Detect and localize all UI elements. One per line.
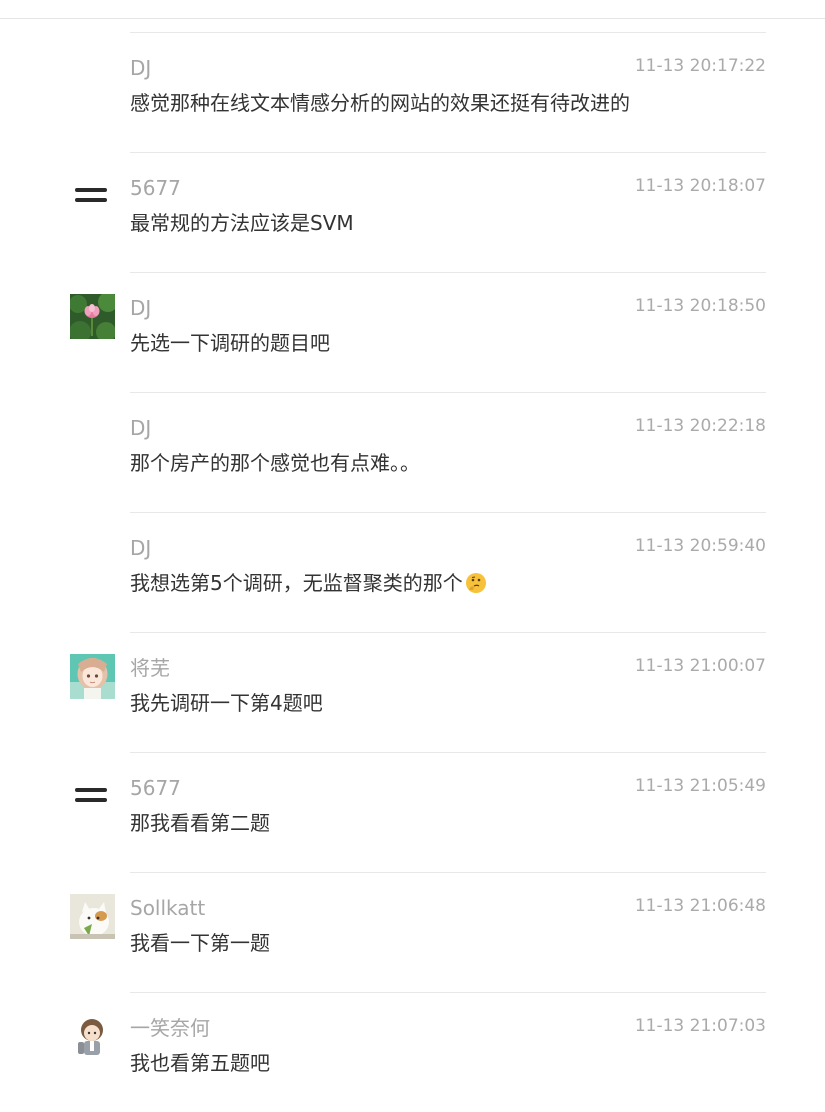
message-text: 感觉那种在线文本情感分析的网站的效果还挺有待改进的 bbox=[130, 91, 630, 115]
message-text: 我先调研一下第4题吧 bbox=[130, 691, 323, 715]
sender-name[interactable]: DJ bbox=[130, 296, 151, 320]
sender-name[interactable]: 5677 bbox=[130, 176, 181, 200]
message-text: 我看一下第一题 bbox=[130, 931, 270, 955]
divider bbox=[130, 512, 766, 513]
double-line-icon bbox=[75, 788, 107, 802]
avatar[interactable] bbox=[70, 654, 115, 699]
divider bbox=[130, 752, 766, 753]
message-item: DJ 11-13 20:18:50 先选一下调研的题目吧 bbox=[0, 272, 825, 392]
avatar[interactable] bbox=[70, 774, 115, 819]
anime-girl-avatar bbox=[70, 654, 115, 699]
thinking-face-icon bbox=[465, 573, 486, 593]
divider bbox=[130, 992, 766, 993]
message-text: 我想选第5个调研，无监督聚类的那个 bbox=[130, 571, 463, 595]
message-item: 5677 11-13 20:18:07 最常规的方法应该是SVM bbox=[0, 152, 825, 272]
sender-name[interactable]: 5677 bbox=[130, 776, 181, 800]
message-text: 先选一下调研的题目吧 bbox=[130, 331, 330, 355]
message-item: DJ 11-13 20:17:22 感觉那种在线文本情感分析的网站的效果还挺有待… bbox=[0, 32, 825, 152]
sender-name[interactable]: 一笑奈何 bbox=[130, 1016, 210, 1040]
message-list: DJ 11-13 20:17:22 感觉那种在线文本情感分析的网站的效果还挺有待… bbox=[0, 32, 825, 1112]
divider bbox=[130, 872, 766, 873]
avatar[interactable] bbox=[70, 894, 115, 939]
message-timestamp: 11-13 21:00:07 bbox=[634, 656, 766, 676]
divider bbox=[130, 272, 766, 273]
divider bbox=[130, 632, 766, 633]
message-text: 最常规的方法应该是SVM bbox=[130, 211, 354, 235]
avatar[interactable] bbox=[70, 294, 115, 339]
message-item: 一笑奈何 11-13 21:07:03 我也看第五题吧 bbox=[0, 992, 825, 1112]
cartoon-boy-avatar bbox=[70, 1014, 115, 1059]
message-item: 将芜 11-13 21:00:07 我先调研一下第4题吧 bbox=[0, 632, 825, 752]
sender-name[interactable]: 将芜 bbox=[130, 656, 170, 680]
sender-name[interactable]: DJ bbox=[130, 56, 151, 80]
double-line-icon bbox=[75, 188, 107, 202]
lotus-photo-avatar bbox=[70, 294, 115, 339]
message-item: Sollkatt 11-13 21:06:48 我看一下第一题 bbox=[0, 872, 825, 992]
message-text: 那个房产的那个感觉也有点难。。 bbox=[130, 451, 420, 475]
message-timestamp: 11-13 20:18:50 bbox=[634, 296, 766, 316]
sender-name[interactable]: DJ bbox=[130, 416, 151, 440]
message-timestamp: 11-13 20:59:40 bbox=[634, 536, 766, 556]
message-timestamp: 11-13 21:05:49 bbox=[634, 776, 766, 796]
sender-name[interactable]: DJ bbox=[130, 536, 151, 560]
message-item: DJ 11-13 20:22:18 那个房产的那个感觉也有点难。。 bbox=[0, 392, 825, 512]
divider bbox=[130, 152, 766, 153]
divider bbox=[130, 32, 766, 33]
message-text-row: 我想选第5个调研，无监督聚类的那个 bbox=[130, 570, 487, 596]
top-bar bbox=[0, 0, 825, 19]
message-timestamp: 11-13 20:22:18 bbox=[634, 416, 766, 436]
message-item: 5677 11-13 21:05:49 那我看看第二题 bbox=[0, 752, 825, 872]
avatar[interactable] bbox=[70, 1014, 115, 1059]
message-item: DJ 11-13 20:59:40 我想选第5个调研，无监督聚类的那个 bbox=[0, 512, 825, 632]
message-timestamp: 11-13 20:18:07 bbox=[634, 176, 766, 196]
sender-name[interactable]: Sollkatt bbox=[130, 896, 205, 920]
message-timestamp: 11-13 21:06:48 bbox=[634, 896, 766, 916]
cat-avatar bbox=[70, 894, 115, 939]
message-text: 我也看第五题吧 bbox=[130, 1051, 270, 1075]
message-text: 那我看看第二题 bbox=[130, 811, 270, 835]
message-timestamp: 11-13 20:17:22 bbox=[634, 56, 766, 76]
divider bbox=[130, 392, 766, 393]
message-timestamp: 11-13 21:07:03 bbox=[634, 1016, 766, 1036]
avatar[interactable] bbox=[70, 174, 115, 219]
